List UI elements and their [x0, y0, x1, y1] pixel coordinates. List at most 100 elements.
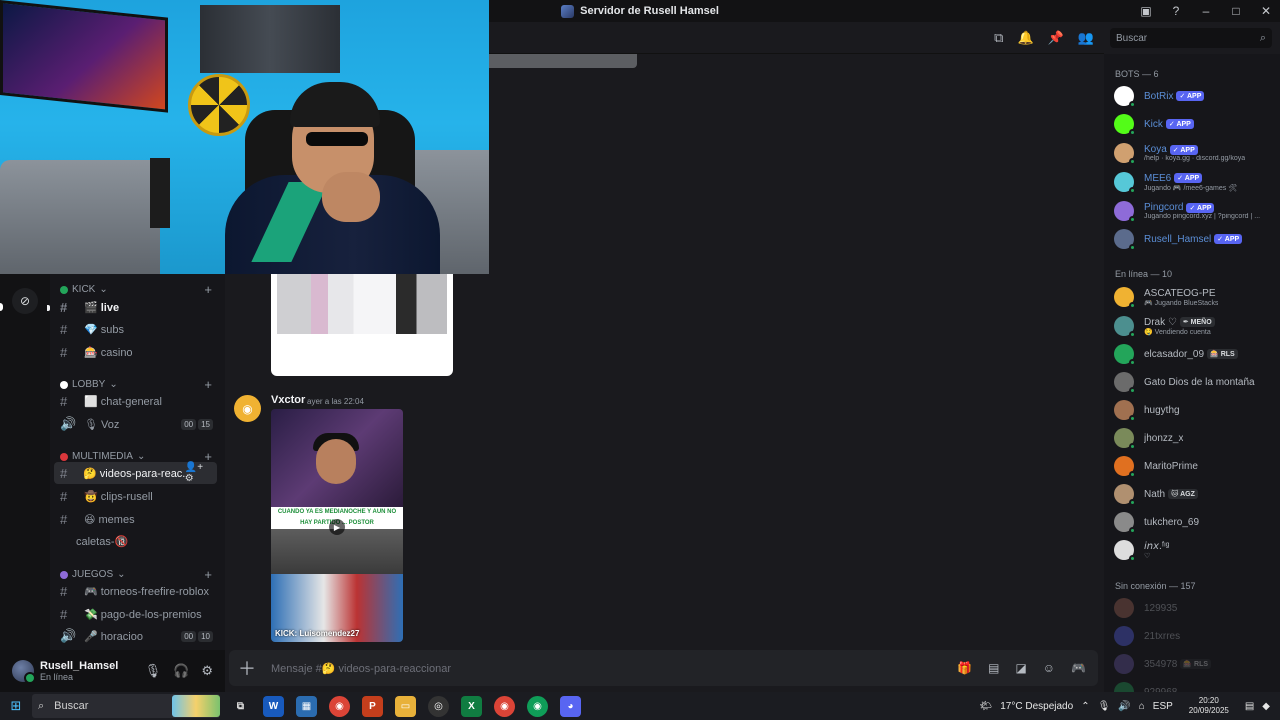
- channel-clips-rusell[interactable]: # 🤠 clips-rusell: [54, 485, 217, 507]
- copilot-icon[interactable]: ◆: [1262, 701, 1270, 712]
- message-author[interactable]: Vxctor: [271, 394, 305, 406]
- stream-video-overlay[interactable]: [0, 0, 489, 274]
- excel-icon[interactable]: X: [461, 695, 482, 717]
- member-row[interactable]: tukchero_69: [1114, 509, 1274, 535]
- inbox-icon[interactable]: ▣: [1138, 4, 1154, 18]
- chrome-profile-2-icon[interactable]: ◉: [527, 695, 548, 717]
- gear-icon[interactable]: ⚙: [201, 663, 213, 679]
- member-row[interactable]: 129935: [1114, 595, 1274, 621]
- channel-subs[interactable]: # 💎 subs: [54, 318, 217, 340]
- bot-row[interactable]: Kick ✓ APP: [1114, 111, 1274, 137]
- channel-pago-de-los-premios[interactable]: # 💸 pago-de-los-premios: [54, 603, 217, 625]
- file-explorer-icon[interactable]: ▭: [395, 695, 416, 717]
- bot-row[interactable]: BotRix ✓ APP: [1114, 83, 1274, 109]
- clock[interactable]: 20:20 20/09/2025: [1189, 696, 1229, 716]
- member-row[interactable]: Drak ♡ ✒ MEÑO 🤤 Vendiendo cuenta: [1114, 313, 1274, 339]
- user-avatar[interactable]: [12, 660, 36, 684]
- member-name: Pingcord: [1144, 202, 1184, 213]
- channel-casino[interactable]: # 🎰 casino: [54, 341, 217, 363]
- store-icon[interactable]: ▦: [296, 695, 317, 717]
- pin-icon[interactable]: 📌: [1048, 30, 1064, 46]
- help-icon[interactable]: ?: [1168, 4, 1184, 18]
- hash-icon: #: [60, 488, 68, 504]
- word-icon[interactable]: W: [263, 695, 284, 717]
- search-placeholder: Buscar: [1116, 32, 1148, 44]
- apps-icon[interactable]: 🎮: [1071, 661, 1086, 675]
- category-kick[interactable]: KICK ⌄ +: [60, 282, 212, 297]
- voice-channel-horacioo[interactable]: 🔊 🎤 horacioo 00 10: [54, 625, 217, 647]
- play-icon[interactable]: ▶: [329, 519, 345, 535]
- chrome-profile-icon[interactable]: ◉: [494, 695, 515, 717]
- members-icon[interactable]: 👥: [1078, 30, 1094, 46]
- member-info: BotRix ✓ APP: [1144, 91, 1205, 102]
- add-attachment-icon[interactable]: ＋: [229, 655, 265, 681]
- channel-torneos[interactable]: # 🎮 torneos-freefire-roblox: [54, 580, 217, 602]
- voice-channel-voz[interactable]: 🔊 🎙 Voz 00 15: [54, 413, 217, 435]
- member-row[interactable]: Gato Dios de la montaña: [1114, 369, 1274, 395]
- obs-icon[interactable]: ◎: [428, 695, 449, 717]
- member-row[interactable]: Nath 🐱 AGZ: [1114, 481, 1274, 507]
- volume-icon[interactable]: 🔊: [1118, 701, 1130, 712]
- language-indicator[interactable]: ESP: [1153, 701, 1173, 712]
- taskbar-search[interactable]: ⌕ Buscar: [32, 694, 220, 718]
- maximize-button[interactable]: □: [1228, 4, 1244, 18]
- search-input[interactable]: Buscar ⌕: [1110, 28, 1272, 48]
- clip-face: [316, 439, 356, 484]
- status-dot: [1129, 101, 1136, 108]
- member-info: Nath 🐱 AGZ: [1144, 489, 1198, 500]
- channel-label: 💸 pago-de-los-premios: [84, 608, 202, 621]
- channel-caletas[interactable]: caletas-🔞: [54, 530, 217, 552]
- minimize-button[interactable]: –: [1198, 4, 1214, 18]
- bot-row[interactable]: Rusell_Hamsel ✓ APP: [1114, 226, 1274, 252]
- member-row[interactable]: ASCATEOG-PE 🎮 Jugando BlueStacks: [1114, 284, 1274, 310]
- member-name: Gato Dios de la montaña: [1144, 376, 1255, 388]
- weather-text[interactable]: 17°C Despejado: [1000, 701, 1073, 712]
- member-row[interactable]: MaritoPrime: [1114, 453, 1274, 479]
- explore-servers-icon[interactable]: ⊘: [12, 288, 38, 314]
- member-info: Gato Dios de la montaña: [1144, 377, 1255, 388]
- mic-tray-icon[interactable]: 🎙: [1098, 701, 1111, 712]
- video-attachment[interactable]: CUANDO YA ES MEDIANOCHE Y AUN NO HAY PAR…: [271, 409, 403, 642]
- microphone-icon[interactable]: 🎙: [145, 663, 162, 679]
- user-names[interactable]: Rusell_Hamsel En línea: [40, 660, 118, 682]
- sticker-icon[interactable]: ◪: [1015, 661, 1026, 675]
- emoji-icon[interactable]: ☺: [1043, 661, 1055, 675]
- channel-label: 💎 subs: [84, 323, 124, 336]
- headphones-icon[interactable]: 🎧: [173, 663, 189, 679]
- member-row[interactable]: jhonzz_x: [1114, 425, 1274, 451]
- bot-row[interactable]: Pingcord ✓ APP Jugando pingcord.xyz | ?pin…: [1114, 198, 1274, 224]
- member-name-line: 129935: [1144, 603, 1177, 614]
- member-row[interactable]: 𝘪𝘯𝘹.ᶠᶦᵍ ♡: [1114, 537, 1274, 563]
- member-activity: Jugando 🎮 /mee6-games 🛠: [1144, 184, 1238, 192]
- network-icon[interactable]: ⌂: [1139, 701, 1145, 712]
- gif-icon[interactable]: ▤: [988, 661, 999, 675]
- message-composer[interactable]: ＋ Mensaje #🤔 videos-para-reaccionar 🎁 ▤ …: [229, 650, 1098, 686]
- threads-icon[interactable]: ⧉: [994, 30, 1003, 46]
- chrome-icon[interactable]: ◉: [329, 695, 350, 717]
- task-view-icon[interactable]: ⧉: [230, 696, 251, 717]
- channel-chat-general[interactable]: # ⬜ chat-general: [54, 390, 217, 412]
- member-row[interactable]: hugythg: [1114, 397, 1274, 423]
- member-row[interactable]: elcasador_09 🎰 RLS: [1114, 341, 1274, 367]
- image-attachment[interactable]: [271, 274, 453, 376]
- powerpoint-icon[interactable]: P: [362, 695, 383, 717]
- close-button[interactable]: ✕: [1258, 4, 1274, 18]
- member-row[interactable]: 929968: [1114, 679, 1274, 692]
- message-avatar-discord-icon[interactable]: ◉: [234, 395, 261, 422]
- bell-icon[interactable]: 🔔: [1017, 30, 1033, 46]
- notifications-icon[interactable]: ▤: [1245, 701, 1254, 712]
- channel-settings-icons[interactable]: 👤+ ⚙: [185, 462, 213, 484]
- discord-taskbar-icon[interactable]: ◕: [560, 695, 581, 717]
- add-channel-icon[interactable]: +: [204, 282, 212, 297]
- channel-memes[interactable]: # 😆 memes: [54, 508, 217, 530]
- channel-videos-para-reaccionar[interactable]: # 🤔 videos-para-reac... 👤+ ⚙: [54, 462, 217, 484]
- chevron-up-icon[interactable]: ⌃: [1081, 701, 1089, 712]
- bot-row[interactable]: MEE6 ✓ APP Jugando 🎮 /mee6-games 🛠: [1114, 169, 1274, 195]
- bot-row[interactable]: Koya ✓ APP/help · koya.gg · discord.gg/ko…: [1114, 140, 1274, 166]
- gift-icon[interactable]: 🎁: [957, 661, 972, 675]
- windows-start-icon[interactable]: ⊞: [0, 698, 32, 714]
- member-name: Drak ♡: [1144, 316, 1177, 328]
- member-row[interactable]: 354978 🎰 RLS: [1114, 651, 1274, 677]
- channel-live[interactable]: # 🎬 live: [54, 296, 217, 318]
- member-row[interactable]: 21txrres: [1114, 623, 1274, 649]
